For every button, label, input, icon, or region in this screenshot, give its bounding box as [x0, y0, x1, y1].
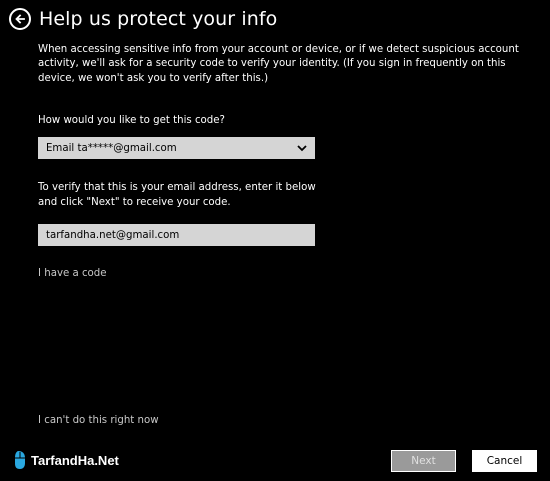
- cancel-button[interactable]: Cancel: [472, 450, 537, 472]
- page-header: Help us protect your info: [9, 8, 277, 30]
- description-text: When accessing sensitive info from your …: [38, 44, 519, 84]
- have-code-link[interactable]: I have a code: [38, 268, 107, 279]
- code-method-select[interactable]: Email ta*****@gmail.com: [38, 137, 315, 159]
- watermark-logo: TarfandHa.Net: [12, 450, 119, 470]
- method-question: How would you like to get this code?: [38, 115, 225, 126]
- mouse-icon: [15, 451, 25, 469]
- code-method-selected: Email ta*****@gmail.com: [46, 142, 177, 154]
- email-field[interactable]: tarfandha.net@gmail.com: [38, 224, 315, 246]
- watermark-text: TarfandHa.Net: [31, 452, 119, 468]
- cant-do-now-link[interactable]: I can't do this right now: [38, 415, 159, 426]
- back-arrow-icon: [15, 14, 25, 24]
- chevron-down-icon: [297, 144, 307, 151]
- verify-instruction-line2: and click "Next" to receive your code.: [38, 197, 231, 208]
- email-field-value: tarfandha.net@gmail.com: [46, 229, 180, 241]
- verify-instruction-line1: To verify that this is your email addres…: [38, 182, 316, 193]
- next-button[interactable]: Next: [391, 450, 456, 472]
- back-button[interactable]: [9, 8, 31, 30]
- verify-instructions: To verify that this is your email addres…: [38, 180, 338, 210]
- page-title: Help us protect your info: [39, 8, 278, 30]
